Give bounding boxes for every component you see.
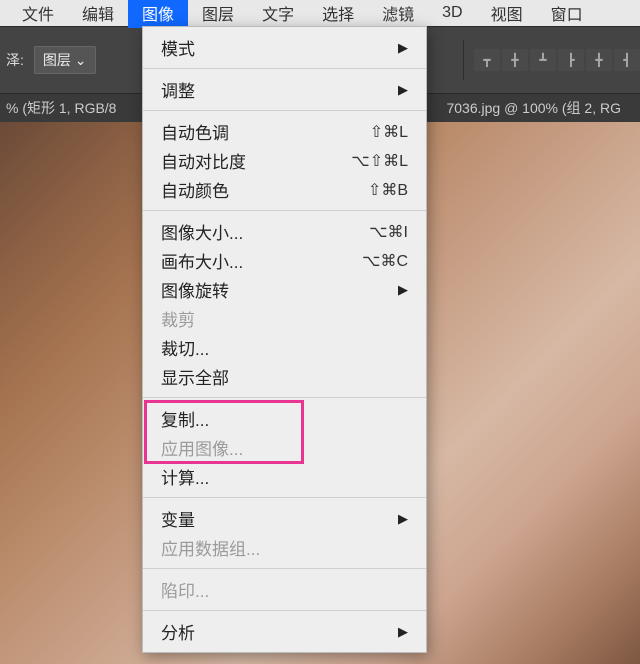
submenu-arrow-icon: ▶ <box>398 511 408 527</box>
menu-filter[interactable]: 滤镜 <box>368 0 428 28</box>
menu-item-label: 显示全部 <box>161 364 229 389</box>
menu-item-image-rotate[interactable]: 图像旋转 ▶ <box>143 275 426 304</box>
separator <box>143 568 426 569</box>
menu-item-mode[interactable]: 模式 ▶ <box>143 33 426 62</box>
menu-window[interactable]: 窗口 <box>537 0 597 28</box>
menu-item-variables[interactable]: 变量 ▶ <box>143 504 426 533</box>
menu-item-trim[interactable]: 裁切... <box>143 333 426 362</box>
menu-item-canvas-size[interactable]: 画布大小... ⌥⌘C <box>143 246 426 275</box>
menu-item-apply-image: 应用图像... <box>143 433 426 462</box>
submenu-arrow-icon: ▶ <box>398 40 408 56</box>
menu-3d[interactable]: 3D <box>428 1 476 25</box>
shortcut: ⌥⇧⌘L <box>351 151 408 171</box>
menu-image[interactable]: 图像 <box>128 0 188 28</box>
image-menu-dropdown: 模式 ▶ 调整 ▶ 自动色调 ⇧⌘L 自动对比度 ⌥⇧⌘L 自动颜色 ⇧⌘B 图… <box>142 26 427 653</box>
toolbar-label: 泽: <box>6 50 24 70</box>
menu-item-label: 变量 <box>161 506 195 531</box>
menu-item-label: 调整 <box>161 77 195 102</box>
menu-item-label: 复制... <box>161 406 209 431</box>
menu-item-auto-tone[interactable]: 自动色调 ⇧⌘L <box>143 117 426 146</box>
menu-item-label: 应用数据组... <box>161 535 260 560</box>
shortcut: ⇧⌘L <box>370 122 408 142</box>
menu-type[interactable]: 文字 <box>248 0 308 28</box>
menu-item-apply-dataset: 应用数据组... <box>143 533 426 562</box>
menu-item-label: 陷印... <box>161 577 209 602</box>
menu-item-label: 裁切... <box>161 335 209 360</box>
menu-item-analysis[interactable]: 分析 ▶ <box>143 617 426 646</box>
menu-item-auto-contrast[interactable]: 自动对比度 ⌥⇧⌘L <box>143 146 426 175</box>
align-bottom-icon[interactable]: ┻ <box>530 49 556 71</box>
submenu-arrow-icon: ▶ <box>398 82 408 98</box>
menu-layer[interactable]: 图层 <box>188 0 248 28</box>
menu-item-calculations[interactable]: 计算... <box>143 462 426 491</box>
submenu-arrow-icon: ▶ <box>398 282 408 298</box>
align-buttons: ┳ ╋ ┻ ┣ ╋ ┫ <box>474 49 640 71</box>
shortcut: ⌥⌘I <box>369 222 408 242</box>
menu-select[interactable]: 选择 <box>308 0 368 28</box>
menu-item-label: 分析 <box>161 619 195 644</box>
toolbar-dropdown-value: 图层 <box>43 52 71 68</box>
menu-item-label: 自动颜色 <box>161 177 229 202</box>
menu-edit[interactable]: 编辑 <box>68 0 128 28</box>
tab-document-1[interactable]: % (矩形 1, RGB/8 <box>6 98 116 118</box>
align-top-icon[interactable]: ┳ <box>474 49 500 71</box>
align-left-icon[interactable]: ┣ <box>558 49 584 71</box>
align-hcenter-icon[interactable]: ╋ <box>586 49 612 71</box>
menu-file[interactable]: 文件 <box>8 0 68 28</box>
menu-item-label: 应用图像... <box>161 435 243 460</box>
shortcut: ⌥⌘C <box>362 251 408 271</box>
submenu-arrow-icon: ▶ <box>398 624 408 640</box>
menu-item-label: 自动色调 <box>161 119 229 144</box>
menu-item-trap: 陷印... <box>143 575 426 604</box>
menu-item-reveal-all[interactable]: 显示全部 <box>143 362 426 391</box>
separator <box>143 497 426 498</box>
align-vcenter-icon[interactable]: ╋ <box>502 49 528 71</box>
menu-item-label: 计算... <box>161 464 209 489</box>
align-right-icon[interactable]: ┫ <box>614 49 640 71</box>
tab-document-2[interactable]: 7036.jpg @ 100% (组 2, RG <box>446 98 621 118</box>
separator <box>143 610 426 611</box>
menu-view[interactable]: 视图 <box>477 0 537 28</box>
separator <box>143 68 426 69</box>
separator <box>143 397 426 398</box>
menu-item-label: 图像旋转 <box>161 277 229 302</box>
menubar: 文件 编辑 图像 图层 文字 选择 滤镜 3D 视图 窗口 <box>0 0 640 26</box>
chevron-down-icon: ⌄ <box>75 52 87 68</box>
separator <box>463 40 464 80</box>
menu-item-label: 自动对比度 <box>161 148 246 173</box>
toolbar-dropdown[interactable]: 图层 ⌄ <box>34 46 96 74</box>
separator <box>143 110 426 111</box>
menu-item-label: 画布大小... <box>161 248 243 273</box>
menu-item-label: 裁剪 <box>161 306 195 331</box>
menu-item-adjust[interactable]: 调整 ▶ <box>143 75 426 104</box>
menu-item-crop: 裁剪 <box>143 304 426 333</box>
shortcut: ⇧⌘B <box>368 180 408 200</box>
menu-item-auto-color[interactable]: 自动颜色 ⇧⌘B <box>143 175 426 204</box>
menu-item-duplicate[interactable]: 复制... <box>143 404 426 433</box>
menu-item-label: 模式 <box>161 35 195 60</box>
separator <box>143 210 426 211</box>
menu-item-image-size[interactable]: 图像大小... ⌥⌘I <box>143 217 426 246</box>
menu-item-label: 图像大小... <box>161 219 243 244</box>
